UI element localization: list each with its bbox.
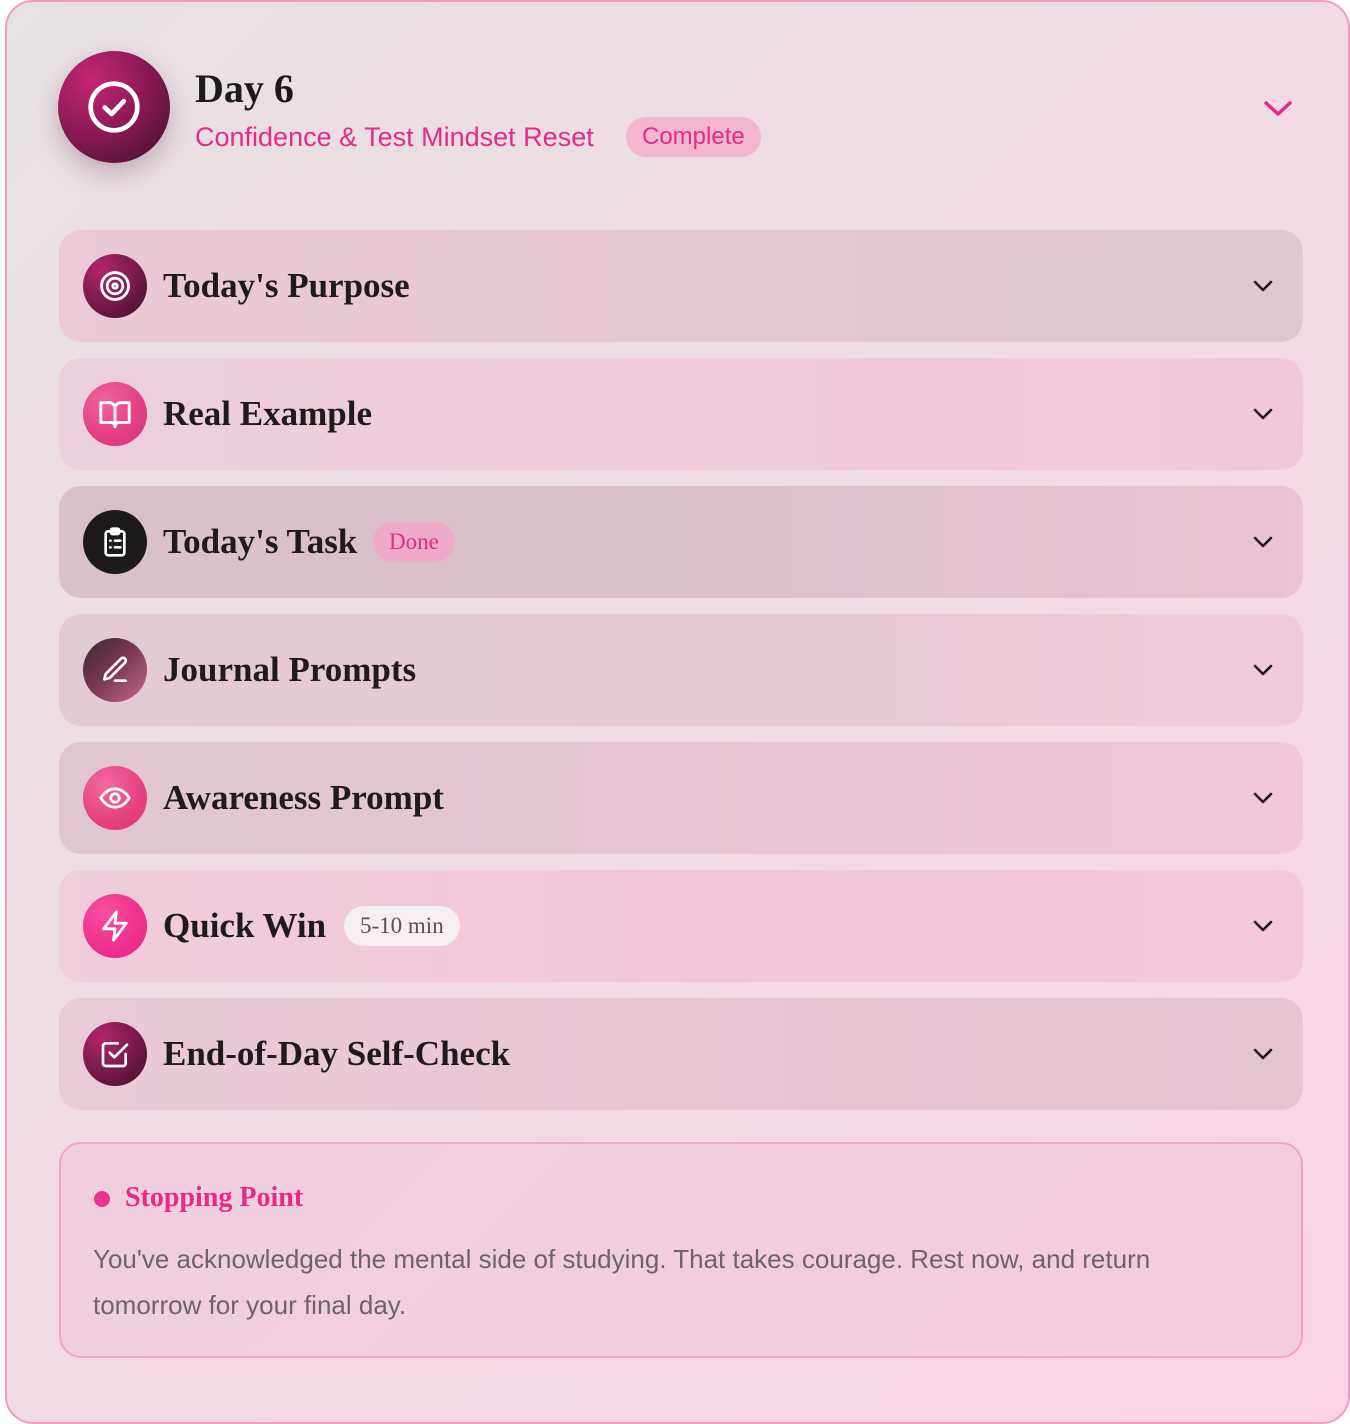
section-todays-task[interactable]: Today's Task Done	[59, 486, 1303, 598]
section-end-of-day-self-check[interactable]: End-of-Day Self-Check	[59, 998, 1303, 1110]
chevron-down-icon	[1249, 272, 1277, 300]
day-header[interactable]: Day 6 Confidence & Test Mindset Reset Co…	[7, 2, 1348, 212]
book-open-icon	[83, 382, 147, 446]
section-label: Real Example	[163, 394, 373, 433]
day-badge	[58, 51, 170, 163]
section-quick-win[interactable]: Quick Win 5-10 min	[59, 870, 1303, 982]
chevron-down-icon	[1249, 656, 1277, 684]
target-icon	[83, 254, 147, 318]
done-badge: Done	[373, 522, 455, 562]
pencil-icon	[83, 638, 147, 702]
lightning-icon	[83, 894, 147, 958]
day-title: Day 6	[195, 66, 294, 111]
chevron-down-icon	[1249, 784, 1277, 812]
section-label: Today's Task	[163, 522, 358, 561]
checkbox-icon	[83, 1022, 147, 1086]
section-label: Journal Prompts	[163, 650, 417, 689]
status-badge: Complete	[626, 117, 761, 157]
section-real-example[interactable]: Real Example	[59, 358, 1303, 470]
section-journal-prompts[interactable]: Journal Prompts	[59, 614, 1303, 726]
chevron-down-icon	[1249, 528, 1277, 556]
section-label: Today's Purpose	[163, 266, 410, 305]
section-todays-purpose[interactable]: Today's Purpose	[59, 230, 1303, 342]
chevron-down-icon	[1249, 400, 1277, 428]
section-awareness-prompt[interactable]: Awareness Prompt	[59, 742, 1303, 854]
day-card: Day 6 Confidence & Test Mindset Reset Co…	[5, 0, 1350, 1424]
section-label: Awareness Prompt	[163, 778, 444, 817]
chevron-down-icon	[1249, 912, 1277, 940]
stopping-point-text: You've acknowledged the mental side of s…	[93, 1244, 1151, 1320]
section-label: Quick Win	[163, 906, 327, 945]
duration-badge: 5-10 min	[344, 906, 460, 946]
day-subtitle: Confidence & Test Mindset Reset	[195, 122, 594, 152]
collapse-day-button[interactable]	[1260, 93, 1296, 123]
eye-icon	[83, 766, 147, 830]
bullet-dot-icon	[94, 1191, 110, 1207]
section-label: End-of-Day Self-Check	[163, 1034, 511, 1073]
stopping-point-title: Stopping Point	[125, 1182, 304, 1213]
check-circle-icon	[88, 81, 140, 133]
stopping-point-panel: Stopping Point You've acknowledged the m…	[59, 1142, 1303, 1358]
chevron-down-icon	[1249, 1040, 1277, 1068]
clipboard-list-icon	[83, 510, 147, 574]
chevron-down-icon	[1264, 101, 1292, 116]
